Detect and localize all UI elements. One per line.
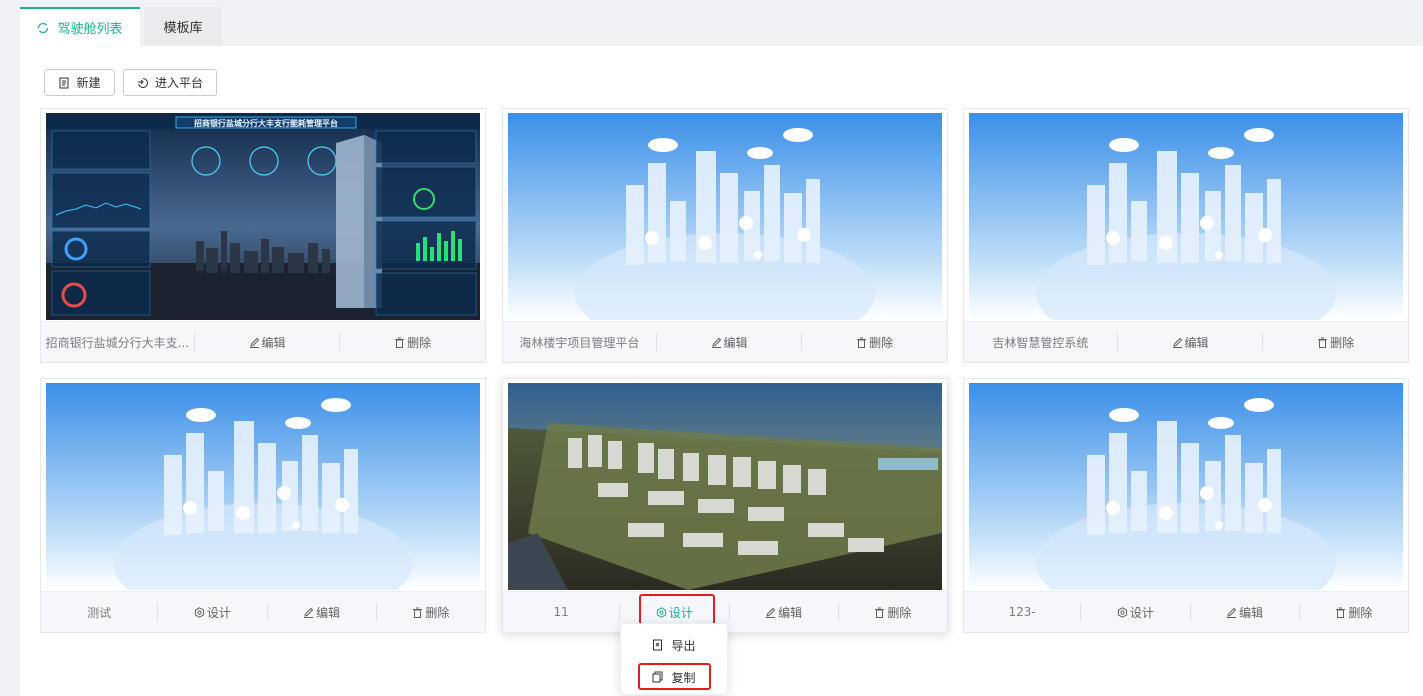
card-name: 吉林智慧管控系统 (992, 335, 1089, 350)
design-label: 设计 (1129, 605, 1154, 620)
tab-cockpit-list[interactable]: 驾驶舱列表 (20, 7, 140, 46)
card-footer: 123- 设计 编辑 删除 (964, 591, 1408, 632)
copy-icon (652, 671, 663, 683)
city-thumbnail[interactable] (508, 113, 942, 320)
delete-button[interactable]: 删除 (339, 333, 485, 351)
city-thumbnail[interactable] (969, 383, 1403, 590)
copy-menu-item[interactable]: 复制 (621, 662, 727, 692)
delete-button[interactable]: 删除 (837, 603, 947, 621)
trash-icon (395, 337, 405, 348)
cockpit-card[interactable]: 海林楼宇项目管理平台 编辑 删除 (502, 108, 948, 363)
pencil-icon (304, 607, 314, 618)
enter-platform-button[interactable]: 进入平台 (123, 69, 217, 96)
new-button-label: 新建 (76, 76, 101, 90)
edit-label: 编辑 (316, 605, 341, 620)
edit-label: 编辑 (778, 605, 803, 620)
cockpit-card[interactable]: 11 设计 编辑 删除 (502, 378, 948, 633)
delete-button[interactable]: 删除 (1262, 333, 1408, 351)
pencil-icon (1172, 337, 1182, 348)
card-name: 测试 (87, 605, 112, 620)
design-label: 设计 (668, 605, 693, 620)
edit-button[interactable]: 编辑 (1189, 603, 1299, 621)
export-label: 导出 (671, 638, 696, 653)
edit-label: 编辑 (1239, 605, 1264, 620)
edit-button[interactable]: 编辑 (193, 333, 340, 351)
pencil-icon (766, 607, 776, 618)
dashboard-thumbnail[interactable]: 招商银行盐城分行大丰支行能耗管理平台 (46, 113, 480, 320)
delete-label: 删除 (425, 605, 450, 620)
card-footer: 吉林智慧管控系统 编辑 删除 (964, 321, 1408, 362)
edit-button[interactable]: 编辑 (655, 333, 802, 351)
card-name: 招商银行盐城分行大丰支... (45, 335, 190, 350)
city-thumbnail[interactable] (969, 113, 1403, 320)
document-icon (59, 77, 69, 88)
cockpit-card[interactable]: 测试 设计 编辑 删除 (40, 378, 486, 633)
card-name: 海林楼宇项目管理平台 (519, 335, 640, 350)
trash-icon (413, 607, 423, 618)
copy-label: 复制 (671, 670, 696, 685)
edit-button[interactable]: 编辑 (1116, 333, 1263, 351)
city-placeholder-image (969, 113, 1403, 320)
design-button[interactable]: 设计 (157, 603, 266, 621)
design-label: 设计 (206, 605, 231, 620)
gear-icon (1117, 606, 1127, 618)
card-footer: 海林楼宇项目管理平台 编辑 删除 (503, 321, 947, 362)
delete-button[interactable]: 删除 (1298, 603, 1408, 621)
delete-label: 删除 (869, 335, 894, 350)
more-actions-dropdown: 导出 复制 (620, 623, 728, 695)
dashboard-title-text: 招商银行盐城分行大丰支行能耗管理平台 (194, 118, 338, 128)
edit-label: 编辑 (723, 335, 748, 350)
dashboard-preview-image: 招商银行盐城分行大丰支行能耗管理平台 (46, 113, 480, 320)
edit-button[interactable]: 编辑 (266, 603, 376, 621)
card-name: 123- (1008, 605, 1036, 619)
new-button[interactable]: 新建 (44, 69, 115, 96)
cockpit-card[interactable]: 123- 设计 编辑 删除 (963, 378, 1409, 633)
delete-button[interactable]: 删除 (801, 333, 947, 351)
trash-icon (875, 607, 885, 618)
city-thumbnail[interactable] (46, 383, 480, 590)
city-placeholder-image (46, 383, 480, 590)
city-placeholder-image (969, 383, 1403, 590)
trash-icon (1336, 607, 1346, 618)
trash-icon (857, 337, 867, 348)
tab-label: 驾驶舱列表 (57, 22, 123, 37)
enter-icon (137, 77, 148, 88)
pencil-icon (249, 337, 259, 348)
design-button[interactable]: 设计 (619, 603, 728, 621)
delete-button[interactable]: 删除 (375, 603, 485, 621)
delete-label: 删除 (407, 335, 432, 350)
model-thumbnail[interactable] (508, 383, 942, 590)
cockpit-card[interactable]: 招商银行盐城分行大丰支行能耗管理平台 招商银行盐城分行大丰支... 编辑 删除 (40, 108, 486, 363)
delete-label: 删除 (1330, 335, 1355, 350)
tab-bar: 驾驶舱列表 模板库 (0, 0, 1423, 46)
trash-icon (1318, 337, 1328, 348)
card-name: 11 (553, 605, 569, 619)
gear-icon (656, 606, 666, 618)
export-menu-item[interactable]: 导出 (621, 630, 727, 660)
delete-label: 删除 (887, 605, 912, 620)
edit-button[interactable]: 编辑 (728, 603, 838, 621)
delete-label: 删除 (1348, 605, 1373, 620)
tab-label: 模板库 (163, 21, 203, 36)
sand-table-photo (508, 383, 942, 590)
export-file-icon (653, 639, 663, 651)
edit-label: 编辑 (261, 335, 286, 350)
card-footer: 测试 设计 编辑 删除 (41, 591, 485, 632)
cockpit-card[interactable]: 吉林智慧管控系统 编辑 删除 (963, 108, 1409, 363)
pencil-icon (1227, 607, 1237, 618)
tab-template-library[interactable]: 模板库 (144, 7, 222, 46)
gear-icon (194, 606, 204, 618)
pencil-icon (711, 337, 721, 348)
refresh-icon (38, 22, 49, 33)
city-placeholder-image (508, 113, 942, 320)
enter-platform-label: 进入平台 (154, 76, 203, 90)
edit-label: 编辑 (1184, 335, 1209, 350)
design-button[interactable]: 设计 (1080, 603, 1189, 621)
card-footer: 招商银行盐城分行大丰支... 编辑 删除 (41, 321, 485, 362)
